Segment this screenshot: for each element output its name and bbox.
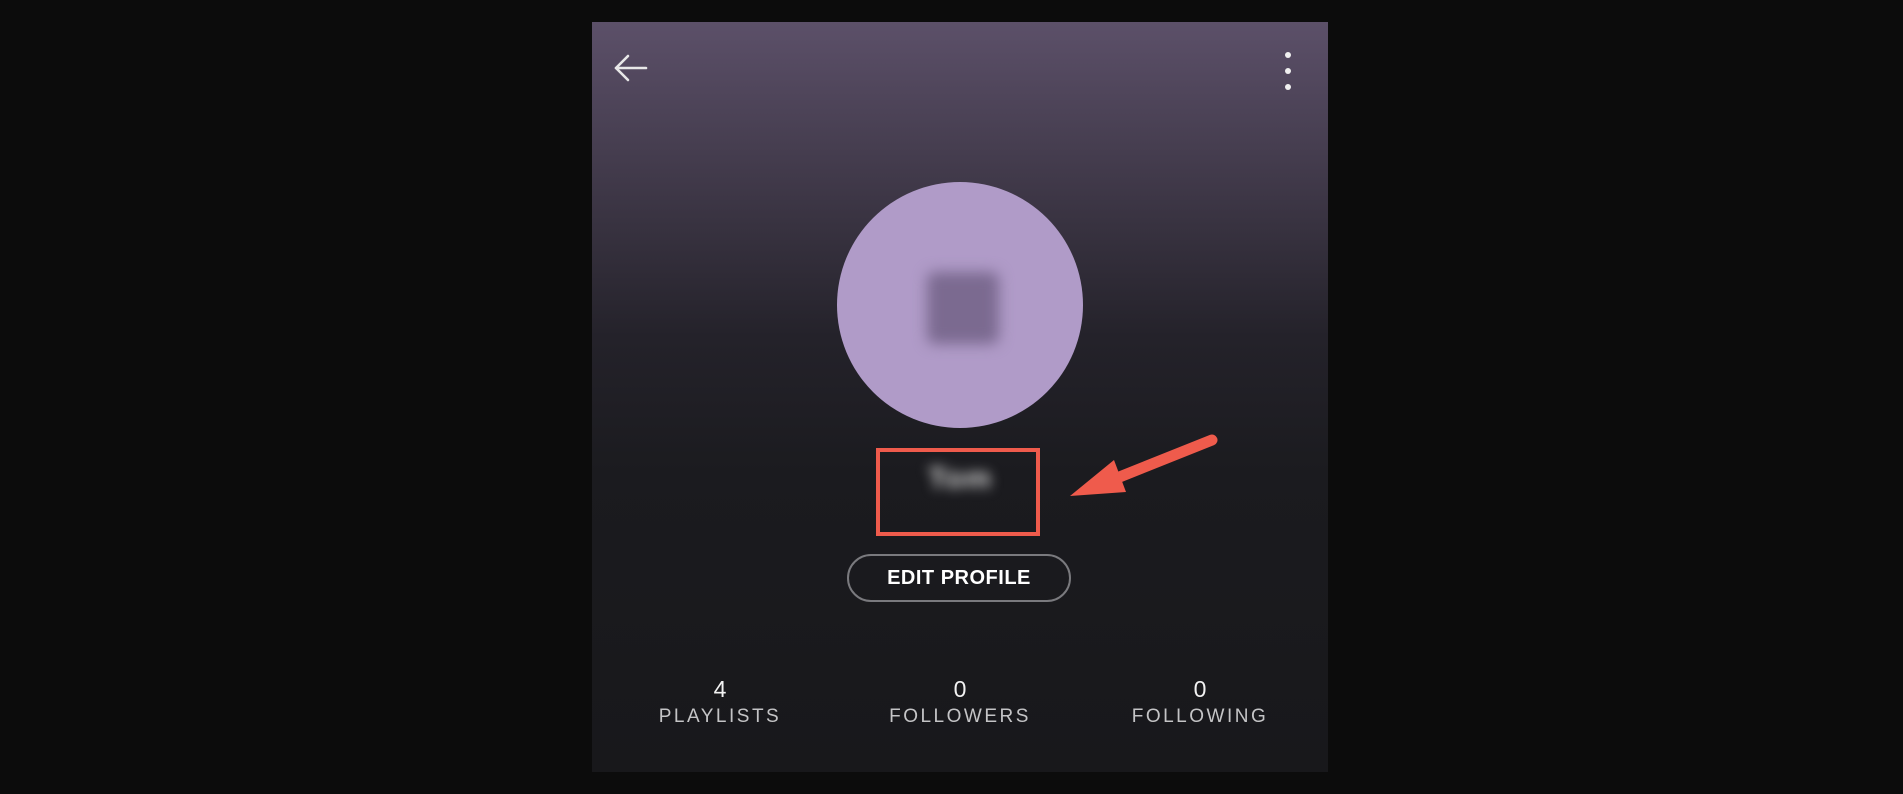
followers-count: 0 — [953, 676, 967, 702]
following-label: FOLLOWING — [1131, 706, 1269, 727]
edit-profile-button[interactable]: EDIT PROFILE — [847, 554, 1071, 602]
stat-followers[interactable]: 0 FOLLOWERS — [840, 676, 1080, 728]
screenshot-stage: T Tom EDIT PROFILE 4 PLAYLISTS 0 FOLLOWE… — [0, 0, 1903, 794]
stat-following[interactable]: 0 FOLLOWING — [1080, 676, 1320, 728]
annotation-arrow-icon — [1070, 434, 1218, 496]
annotation-highlight-box — [876, 448, 1040, 536]
following-count: 0 — [1193, 676, 1207, 702]
avatar-initial-blurred: T — [927, 272, 999, 344]
back-button[interactable] — [610, 48, 650, 88]
followers-label: FOLLOWERS — [889, 706, 1031, 727]
more-vertical-icon — [1285, 52, 1291, 90]
profile-screen: T Tom EDIT PROFILE 4 PLAYLISTS 0 FOLLOWE… — [592, 22, 1328, 772]
stat-playlists[interactable]: 4 PLAYLISTS — [600, 676, 840, 728]
avatar[interactable]: T — [837, 182, 1083, 428]
profile-stats: 4 PLAYLISTS 0 FOLLOWERS 0 FOLLOWING — [592, 676, 1328, 746]
playlists-count: 4 — [713, 676, 727, 702]
playlists-label: PLAYLISTS — [658, 706, 782, 727]
arrow-left-icon — [614, 54, 648, 82]
more-options-button[interactable] — [1276, 48, 1300, 94]
